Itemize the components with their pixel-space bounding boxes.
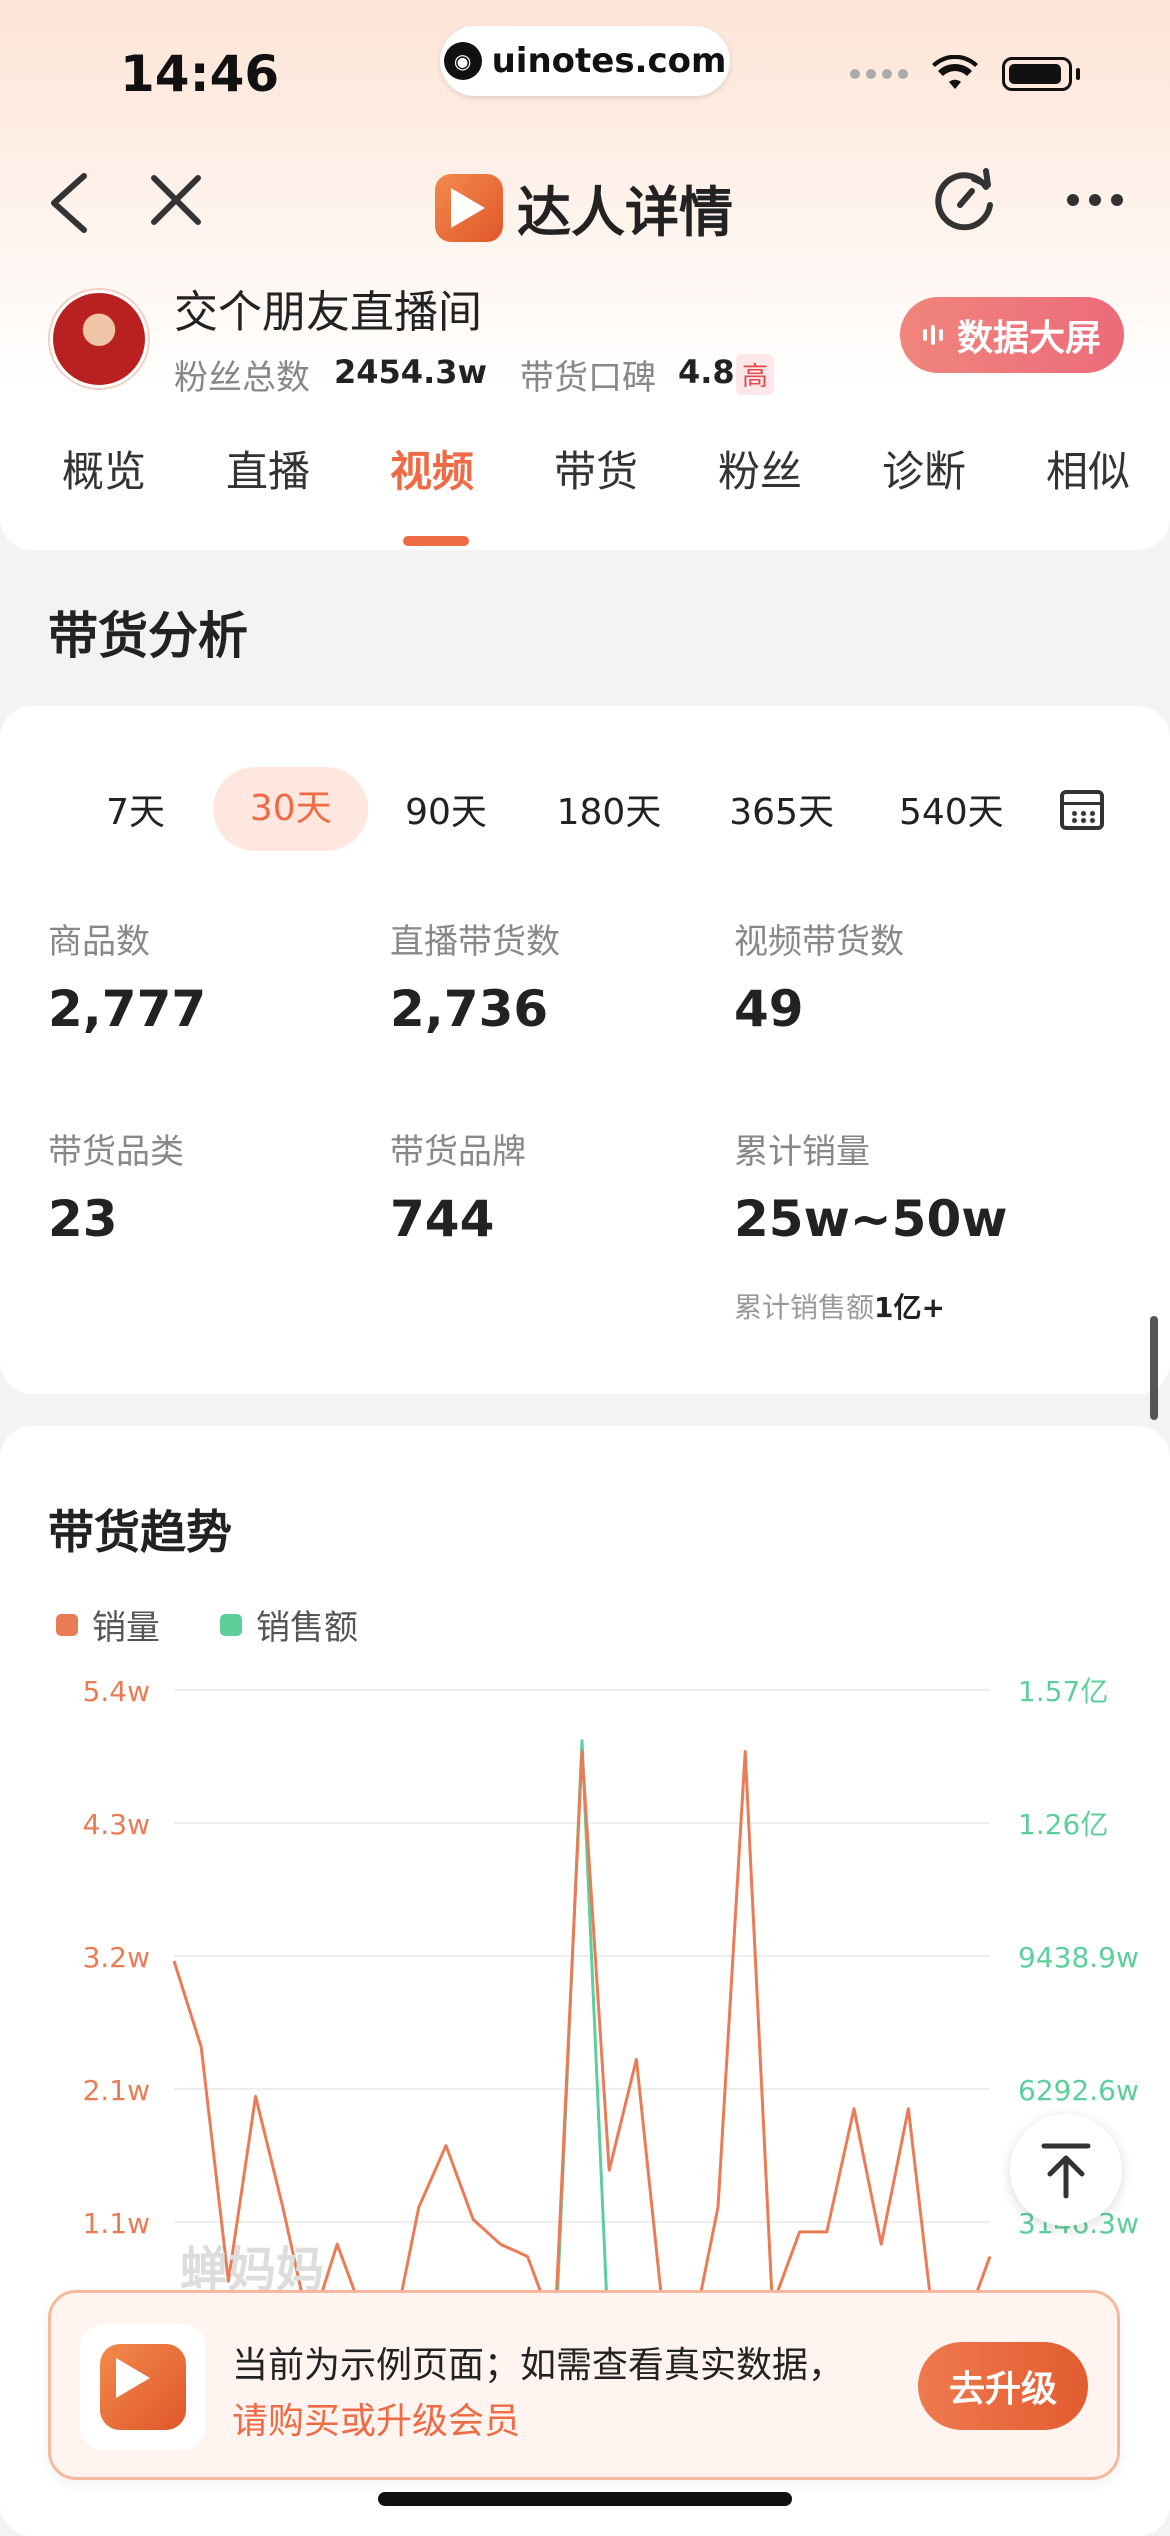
page-title: 达人详情 (517, 168, 733, 247)
period-30d[interactable]: 30天 (213, 767, 368, 851)
legend-swatch (220, 1614, 242, 1636)
signal-icon (850, 69, 908, 79)
y-right-tick: 6292.6w (1018, 2074, 1139, 2107)
stat-value: 49 (734, 980, 804, 1038)
y-right-tick: 1.26亿 (1018, 1808, 1108, 1841)
reputation-badge: 高 (736, 354, 774, 395)
more-icon[interactable] (1065, 160, 1125, 220)
period-540d[interactable]: 540天 (869, 783, 1060, 835)
trend-chart: 5.4w 1.57亿 4.3w 1.26亿 3.2w 9438.9w 2.1w 6292.6w… (0, 1660, 1170, 2300)
y-left-tick: 2.1w (83, 2074, 150, 2107)
period-180d[interactable]: 180天 (524, 783, 695, 835)
upgrade-button[interactable]: 去升级 (918, 2342, 1088, 2430)
stat-value: 2,777 (48, 980, 206, 1038)
bar-chart-icon (923, 325, 943, 345)
arrow-up-icon (1038, 2140, 1094, 2200)
series-amount-line (174, 1741, 990, 2300)
period-365d[interactable]: 365天 (694, 783, 869, 835)
status-icons (850, 55, 1080, 93)
y-right-tick: 1.57亿 (1018, 1675, 1108, 1708)
fans-label: 粉丝总数 (174, 350, 310, 399)
trend-title: 带货趋势 (48, 1496, 232, 1562)
legend-volume[interactable]: 销量 (56, 1600, 160, 1649)
tab-live[interactable]: 直播 (186, 438, 350, 499)
scrollbar[interactable] (1150, 1316, 1158, 1420)
legend-label: 销售额 (256, 1600, 358, 1649)
app-logo-icon (80, 2324, 206, 2450)
tab-goods[interactable]: 带货 (514, 438, 678, 499)
stat-value: 744 (390, 1190, 494, 1248)
stat-value: 2,736 (390, 980, 548, 1038)
cumulative-sales-value: 1亿+ (874, 1291, 945, 1324)
y-left-tick: 1.1w (83, 2207, 150, 2240)
back-icon[interactable] (46, 170, 92, 247)
series-volume-line (174, 1752, 990, 2300)
url-text: uinotes.com (492, 41, 727, 81)
tab-overview[interactable]: 概览 (22, 438, 186, 499)
legend-amount[interactable]: 销售额 (220, 1600, 358, 1649)
legend-swatch (56, 1614, 78, 1636)
y-right-tick: 9438.9w (1018, 1941, 1139, 1974)
avatar[interactable] (50, 290, 148, 388)
tab-indicator (403, 536, 469, 546)
y-left-tick: 5.4w (83, 1675, 150, 1708)
streamer-name: 交个朋友直播间 (174, 276, 482, 340)
cumulative-sales-label: 累计销售额 (734, 1291, 874, 1324)
chart-legend: 销量 销售额 (56, 1600, 358, 1649)
refresh-icon[interactable] (930, 165, 1000, 246)
stat-label: 直播带货数 (390, 914, 560, 963)
tab-diagnosis[interactable]: 诊断 (842, 438, 1006, 499)
home-indicator (378, 2492, 792, 2506)
stat-label: 带货品牌 (390, 1124, 526, 1173)
nav-title: 达人详情 (435, 168, 733, 247)
y-left-tick: 3.2w (83, 1941, 150, 1974)
tab-bar: 概览 直播 视频 带货 粉丝 诊断 相似 (0, 438, 1170, 499)
scroll-top-button[interactable] (1010, 2114, 1122, 2226)
stat-label: 商品数 (48, 914, 150, 963)
stat-value: 23 (48, 1190, 118, 1248)
tab-fans[interactable]: 粉丝 (678, 438, 842, 499)
stat-label: 累计销量 (734, 1124, 870, 1173)
site-icon: ◉ (444, 42, 482, 80)
status-time: 14:46 (120, 45, 279, 103)
legend-label: 销量 (92, 1600, 160, 1649)
calendar-icon[interactable] (1060, 790, 1104, 830)
period-7d[interactable]: 7天 (58, 783, 213, 835)
stat-label: 带货品类 (48, 1124, 184, 1173)
wifi-icon (930, 55, 980, 93)
stat-value: 25w~50w (734, 1190, 1007, 1248)
period-selector: 7天 30天 90天 180天 365天 540天 (0, 764, 1060, 854)
tab-video[interactable]: 视频 (350, 438, 514, 499)
period-90d[interactable]: 90天 (368, 783, 523, 835)
data-screen-label: 数据大屏 (957, 309, 1101, 361)
reputation-label: 带货口碑 (520, 350, 656, 399)
stat-label: 视频带货数 (734, 914, 904, 963)
banner-link[interactable]: 请购买或升级会员 (232, 2392, 520, 2444)
battery-cap (1076, 68, 1080, 80)
data-screen-button[interactable]: 数据大屏 (900, 297, 1124, 373)
banner-text: 当前为示例页面；如需查看真实数据， (232, 2336, 844, 2388)
cumulative-sales: 累计销售额1亿+ (734, 1286, 945, 1326)
section-title: 带货分析 (48, 596, 248, 668)
url-pill[interactable]: ◉ uinotes.com (440, 26, 730, 96)
fans-value: 2454.3w (334, 353, 487, 391)
close-icon[interactable] (148, 172, 204, 239)
reputation-value: 4.8 (678, 353, 735, 391)
app-logo-icon (435, 174, 503, 242)
battery-icon (1002, 57, 1072, 91)
y-left-tick: 4.3w (83, 1808, 150, 1841)
tab-similar[interactable]: 相似 (1006, 438, 1170, 499)
